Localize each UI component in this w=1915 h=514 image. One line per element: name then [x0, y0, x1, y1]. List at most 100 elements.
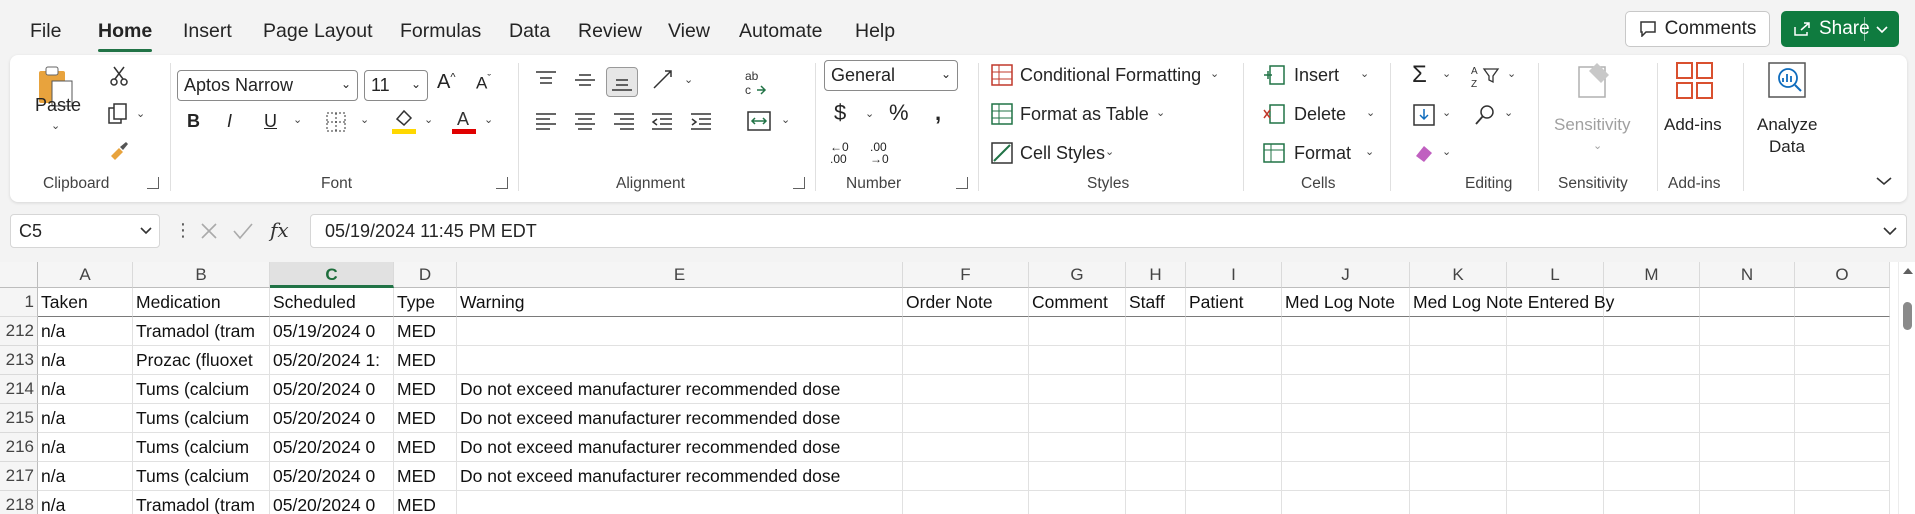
- table-cell[interactable]: 05/20/2024 0: [270, 375, 394, 404]
- table-cell[interactable]: [1507, 462, 1604, 491]
- header-cell[interactable]: Scheduled: [270, 288, 394, 317]
- table-cell[interactable]: [1604, 491, 1700, 514]
- scroll-up-icon[interactable]: [1902, 266, 1914, 276]
- table-cell[interactable]: Tramadol (tram: [133, 317, 270, 346]
- increase-indent-icon[interactable]: [689, 111, 713, 131]
- table-cell[interactable]: [1126, 346, 1186, 375]
- column-header-d[interactable]: D: [394, 262, 457, 288]
- align-right-icon[interactable]: [612, 111, 636, 131]
- tab-page-layout[interactable]: Page Layout: [263, 20, 373, 43]
- analyze-data-line1[interactable]: Analyze: [1757, 115, 1817, 135]
- table-cell[interactable]: [1604, 375, 1700, 404]
- header-cell[interactable]: Staff: [1126, 288, 1186, 317]
- tab-home[interactable]: Home: [98, 20, 153, 52]
- tab-automate[interactable]: Automate: [739, 20, 822, 43]
- sensitivity-button[interactable]: Sensitivity: [1554, 115, 1631, 135]
- font-color-icon[interactable]: A: [451, 107, 477, 135]
- table-cell[interactable]: [1604, 317, 1700, 346]
- alignment-launcher-icon[interactable]: [793, 177, 805, 189]
- share-button[interactable]: Share: [1781, 11, 1899, 47]
- table-cell[interactable]: [1029, 491, 1126, 514]
- format-painter-icon[interactable]: [108, 140, 130, 162]
- table-cell[interactable]: [1604, 404, 1700, 433]
- format-as-table-dropdown-icon[interactable]: ⌄: [1156, 106, 1165, 119]
- cell-styles-icon[interactable]: [990, 141, 1014, 165]
- table-cell[interactable]: MED: [394, 491, 457, 514]
- table-cell[interactable]: [1186, 404, 1282, 433]
- delete-cells-button[interactable]: Delete: [1294, 104, 1346, 125]
- column-header-h[interactable]: H: [1126, 262, 1186, 288]
- row-header[interactable]: 216: [0, 433, 38, 462]
- table-cell[interactable]: Tums (calcium: [133, 404, 270, 433]
- font-size-select[interactable]: 11 ⌄: [364, 70, 428, 101]
- table-cell[interactable]: [1126, 404, 1186, 433]
- insert-cells-icon[interactable]: [1262, 64, 1286, 86]
- orientation-dropdown-icon[interactable]: ⌄: [684, 73, 693, 86]
- header-cell[interactable]: Order Note: [903, 288, 1029, 317]
- table-cell[interactable]: [1507, 346, 1604, 375]
- collapse-ribbon-icon[interactable]: [1874, 173, 1894, 189]
- comma-style-icon[interactable]: ,: [935, 100, 941, 126]
- find-select-dropdown-icon[interactable]: ⌄: [1504, 106, 1513, 119]
- increase-decimal-icon[interactable]: ←0.00: [830, 141, 849, 165]
- table-cell[interactable]: Do not exceed manufacturer recommended d…: [457, 404, 903, 433]
- table-cell[interactable]: [1795, 491, 1890, 514]
- italic-icon[interactable]: I: [227, 111, 232, 132]
- table-cell[interactable]: [1282, 346, 1410, 375]
- scroll-thumb[interactable]: [1903, 302, 1912, 330]
- paste-dropdown-icon[interactable]: ⌄: [51, 119, 60, 132]
- copy-icon[interactable]: [107, 103, 129, 125]
- decrease-indent-icon[interactable]: [650, 111, 674, 131]
- more-options-icon[interactable]: ⋮: [174, 220, 192, 241]
- table-cell[interactable]: [457, 317, 903, 346]
- wrap-text-icon[interactable]: abc: [743, 68, 769, 98]
- tab-review[interactable]: Review: [578, 20, 642, 43]
- tab-file[interactable]: File: [30, 20, 61, 43]
- header-cell[interactable]: Taken: [38, 288, 133, 317]
- table-cell[interactable]: MED: [394, 433, 457, 462]
- table-cell[interactable]: 05/20/2024 0: [270, 433, 394, 462]
- accounting-dropdown-icon[interactable]: ⌄: [865, 107, 874, 120]
- format-cells-button[interactable]: Format: [1294, 143, 1351, 164]
- table-cell[interactable]: n/a: [38, 375, 133, 404]
- table-cell[interactable]: MED: [394, 317, 457, 346]
- autosum-dropdown-icon[interactable]: ⌄: [1442, 67, 1451, 80]
- underline-icon[interactable]: U: [264, 111, 277, 132]
- table-cell[interactable]: [1604, 462, 1700, 491]
- align-left-icon[interactable]: [534, 111, 558, 131]
- table-cell[interactable]: [1507, 433, 1604, 462]
- table-cell[interactable]: [1282, 462, 1410, 491]
- column-header-b[interactable]: B: [133, 262, 270, 288]
- tab-formulas[interactable]: Formulas: [400, 20, 481, 43]
- table-cell[interactable]: [1126, 433, 1186, 462]
- table-cell[interactable]: [1700, 462, 1795, 491]
- column-header-a[interactable]: A: [38, 262, 133, 288]
- table-cell[interactable]: [1604, 346, 1700, 375]
- row-header[interactable]: 1: [0, 288, 38, 317]
- header-cell[interactable]: [1604, 288, 1700, 317]
- table-cell[interactable]: [903, 375, 1029, 404]
- table-cell[interactable]: n/a: [38, 433, 133, 462]
- sensitivity-dropdown-icon[interactable]: ⌄: [1593, 139, 1602, 152]
- paste-label[interactable]: Paste: [35, 95, 81, 116]
- table-cell[interactable]: Prozac (fluoxet: [133, 346, 270, 375]
- table-cell[interactable]: [1029, 462, 1126, 491]
- decrease-font-size-icon[interactable]: Aˇ: [476, 73, 491, 94]
- table-cell[interactable]: Tums (calcium: [133, 375, 270, 404]
- table-cell[interactable]: [1282, 375, 1410, 404]
- cancel-icon[interactable]: [199, 221, 219, 241]
- header-cell[interactable]: [1795, 288, 1890, 317]
- number-format-select[interactable]: General ⌄: [824, 60, 958, 91]
- table-cell[interactable]: Do not exceed manufacturer recommended d…: [457, 462, 903, 491]
- format-as-table-icon[interactable]: [990, 102, 1014, 126]
- chevron-down-icon[interactable]: [1875, 17, 1889, 41]
- table-cell[interactable]: 05/20/2024 0: [270, 491, 394, 514]
- row-header[interactable]: 214: [0, 375, 38, 404]
- table-cell[interactable]: MED: [394, 346, 457, 375]
- cell-styles-button[interactable]: Cell Styles: [1020, 143, 1105, 164]
- conditional-formatting-icon[interactable]: [990, 63, 1014, 87]
- align-top-icon[interactable]: [534, 70, 558, 90]
- enter-icon[interactable]: [232, 221, 254, 241]
- column-header-o[interactable]: O: [1795, 262, 1890, 288]
- table-cell[interactable]: 05/19/2024 0: [270, 317, 394, 346]
